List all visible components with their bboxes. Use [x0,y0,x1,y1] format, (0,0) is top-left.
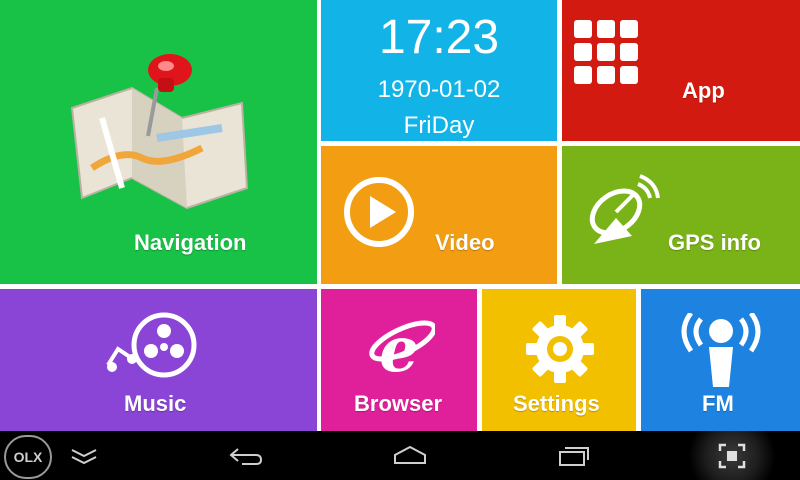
map-pin-icon [70,54,249,210]
music-reel-icon [106,312,197,378]
video-tile[interactable]: Video [321,146,557,284]
clock-tile[interactable]: 17:23 1970-01-02 FriDay [321,0,557,141]
svg-text:e: e [379,313,418,383]
screenshot-icon [718,443,746,468]
navigation-tile[interactable]: Navigation [0,0,317,284]
fm-label: FM [702,391,734,416]
fm-tile[interactable]: FM [641,289,800,431]
recents-icon [559,446,589,466]
back-icon [229,447,263,465]
app-grid-icon [574,20,638,84]
home-button[interactable] [386,431,434,480]
clock-day: FriDay [403,112,475,139]
gps-label: GPS info [668,230,761,255]
music-tile[interactable]: Music [0,289,317,431]
navigation-label: Navigation [134,230,247,255]
collapse-button[interactable] [64,431,104,480]
video-label: Video [435,230,495,255]
browser-tile[interactable]: e Browser [321,289,477,431]
music-label: Music [124,391,187,416]
home-icon [394,445,426,464]
play-icon [344,177,414,247]
collapse-icon [71,448,97,464]
gear-icon [526,315,594,383]
back-button[interactable] [222,431,270,480]
browser-label: Browser [354,391,443,416]
app-label: App [682,78,725,103]
gps-tile[interactable]: GPS info [562,146,800,284]
recents-button[interactable] [550,431,598,480]
settings-tile[interactable]: Settings [482,289,636,431]
settings-label: Settings [513,391,600,416]
satellite-dish-icon [589,174,660,244]
app-tile[interactable]: App [562,0,800,141]
system-navigation-bar: OLX [0,431,800,480]
clock-time: 17:23 [378,11,500,64]
olx-watermark: OLX [4,435,52,479]
browser-e-icon: e [369,313,435,383]
clock-date: 1970-01-02 [377,76,501,103]
radio-broadcast-icon [681,313,761,387]
screenshot-button[interactable] [680,431,784,480]
